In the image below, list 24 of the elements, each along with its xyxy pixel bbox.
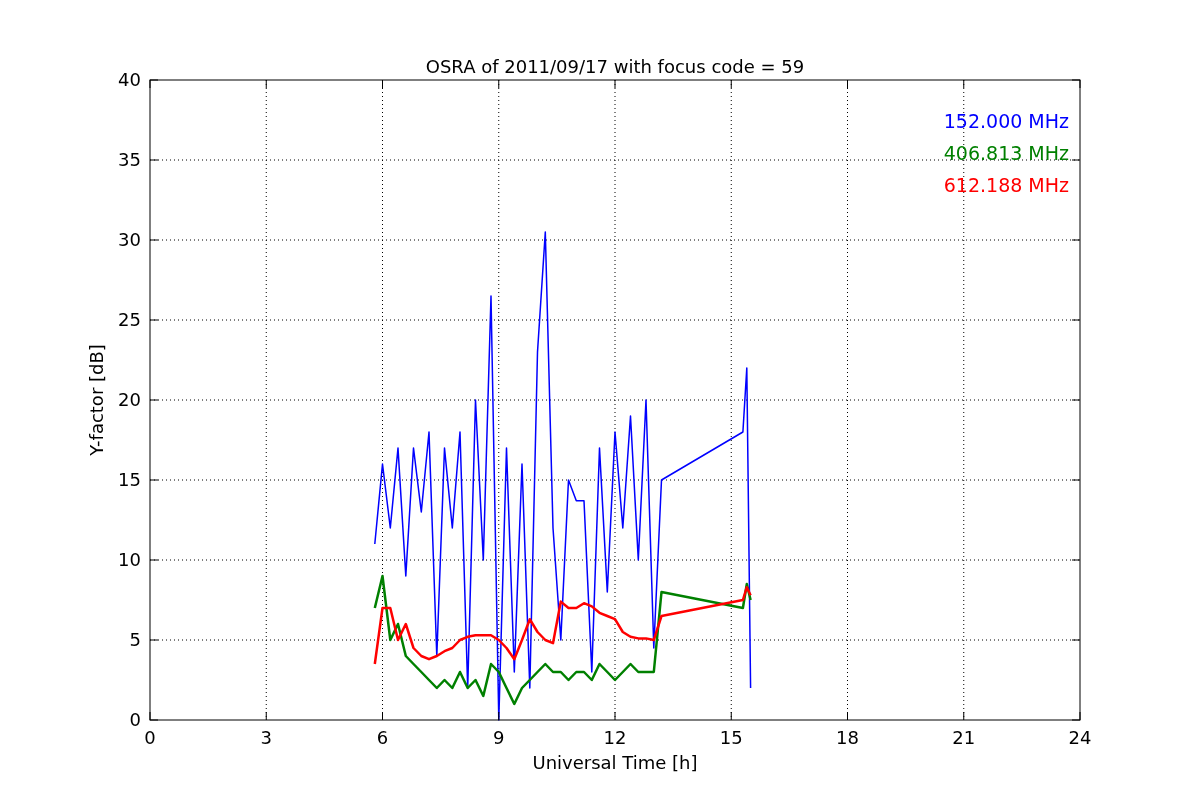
- tick-label: 24: [1068, 727, 1092, 748]
- legend-label: 612.188 MHz: [943, 174, 1069, 196]
- tick-label: 6: [376, 727, 389, 748]
- tick-label: 0: [144, 727, 156, 748]
- tick-label: 0: [129, 709, 141, 730]
- tick-label: 30: [118, 229, 141, 250]
- tick-label: 5: [129, 629, 141, 650]
- tick-label: 3: [260, 727, 272, 748]
- tick-label: 40: [118, 69, 141, 90]
- tick-label: 12: [603, 727, 627, 748]
- tick-label: 15: [118, 469, 141, 490]
- chart-title: OSRA of 2011/09/17 with focus code = 59: [425, 56, 805, 77]
- tick-label: 35: [118, 149, 141, 170]
- legend-label: 152.000 MHz: [943, 110, 1069, 132]
- legend-label: 406.813 MHz: [943, 142, 1069, 164]
- tick-label: 21: [952, 727, 976, 748]
- x-axis-label: Universal Time [h]: [532, 752, 698, 773]
- tick-label: 20: [118, 389, 141, 410]
- tick-label: 9: [493, 727, 505, 748]
- tick-label: 15: [719, 727, 743, 748]
- y-axis-label: Y-factor [dB]: [86, 344, 107, 456]
- tick-label: 10: [118, 549, 141, 570]
- tick-label: 18: [836, 727, 859, 748]
- tick-label: 25: [118, 309, 141, 330]
